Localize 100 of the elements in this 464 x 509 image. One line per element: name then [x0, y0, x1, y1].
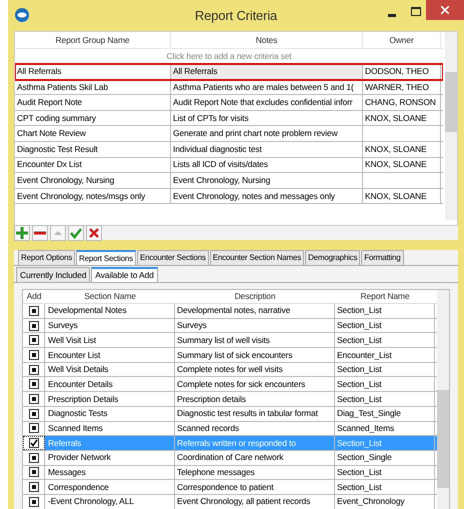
table-cell: Audit Report Note [15, 95, 171, 110]
vertical-scrollbar[interactable] [437, 290, 449, 509]
table-cell: Diagnostic test results in tabular format [175, 406, 335, 420]
table-cell: -Event Chronology, ALL [45, 494, 175, 509]
app-logo-icon [15, 8, 29, 22]
checkbox-icon[interactable] [28, 408, 38, 419]
criteria-row[interactable]: Event Chronology, notes/msgs only Event Chronology, notes and messages only KNOX, SLOANE [15, 188, 443, 204]
section-row[interactable]: Encounter Details Complete notes for sick encounters Section_List [23, 377, 438, 392]
table-cell: Telephone messages [175, 466, 335, 480]
table-cell: Event Chronology, all patient records [175, 494, 335, 509]
plus-icon[interactable] [15, 226, 29, 240]
checkmark-icon[interactable] [69, 226, 83, 240]
table-cell: Encounter Details [45, 377, 175, 392]
table-cell: Complete notes for sick encounters [175, 377, 335, 392]
section-row[interactable]: Surveys Surveys Section_List [23, 318, 438, 334]
column-header[interactable]: Description [175, 290, 335, 303]
checkbox-icon[interactable] [28, 320, 38, 331]
checkbox-icon[interactable] [28, 350, 38, 360]
table-cell: Audit Report Note that excludes confidential inforr [171, 95, 363, 110]
column-header[interactable]: Notes [171, 32, 363, 48]
table-cell: Provider Network [45, 450, 175, 465]
criteria-row[interactable]: Chart Note Review Generate and print chart note problem review [15, 126, 443, 142]
table-cell: Complete notes for well visits [175, 362, 335, 376]
close-icon[interactable] [87, 226, 101, 240]
checkbox-icon[interactable] [28, 306, 38, 316]
checkbox-icon[interactable] [28, 379, 38, 390]
checkbox-icon[interactable] [28, 467, 38, 478]
table-cell: Asthma Patients Skil Lab [15, 80, 171, 94]
table-cell: Developmental Notes [45, 304, 175, 318]
checkbox-icon[interactable] [28, 364, 38, 375]
table-cell: Scanned records [175, 422, 335, 436]
checkbox-icon[interactable] [28, 452, 38, 463]
column-header[interactable]: Section Name [45, 290, 175, 303]
section-row[interactable]: Prescription Details Prescription details Section_List [23, 392, 438, 407]
table-cell: Prescription details [175, 392, 335, 406]
checkbox-icon[interactable] [28, 496, 38, 507]
table-cell: Well Visit Details [45, 362, 175, 376]
section-row[interactable]: Well Visit List Summary list of well visits Section_List [23, 333, 438, 348]
checkbox-icon[interactable] [28, 394, 38, 404]
table-cell: Section_List [335, 377, 435, 392]
table-cell: Section_List [335, 318, 435, 332]
table-cell: Section_List [335, 466, 435, 480]
tab[interactable]: Demographics [305, 250, 360, 265]
table-cell: Section_List [335, 304, 435, 318]
table-cell: Surveys [175, 318, 335, 332]
checkbox-icon[interactable] [28, 482, 38, 492]
table-cell: Encounter_List [335, 348, 435, 362]
section-row[interactable]: -Event Chronology, ALL Event Chronology, all patient records Event_Chronology [23, 494, 438, 509]
close-button[interactable] [426, 0, 464, 20]
table-cell: CPT coding summary [15, 110, 171, 126]
checkbox-icon[interactable] [28, 423, 38, 434]
table-cell: Section_Single [335, 450, 435, 465]
maximize-icon[interactable] [411, 7, 421, 16]
table-cell: Event_Chronology [335, 494, 435, 509]
tab[interactable]: Currently Included [16, 267, 90, 282]
column-header[interactable]: Add [23, 290, 45, 303]
criteria-row[interactable]: Audit Report Note Audit Report Note that excludes confidential inforr CHANG, RONSON [15, 95, 443, 111]
section-row[interactable]: Messages Telephone messages Section_List [23, 466, 438, 480]
tab[interactable]: Available to Add [91, 267, 158, 282]
table-cell: Messages [45, 466, 175, 480]
vertical-scrollbar[interactable] [445, 32, 457, 220]
add-criteria-row[interactable]: Click here to add a new criteria set [15, 49, 443, 64]
table-cell: Summary list of well visits [175, 333, 335, 348]
criteria-row[interactable]: Encounter Dx List Lists all ICD of visits/dates KNOX, SLOANE [15, 158, 443, 174]
tab[interactable]: Report Sections [76, 250, 136, 265]
table-cell: Scanned_Items [335, 422, 435, 436]
table-cell: Event Chronology, Nursing [171, 173, 363, 188]
section-row[interactable]: Diagnostic Tests Diagnostic test results in tabular format Diag_Test_Single [23, 406, 438, 422]
column-header[interactable]: Report Group Name [15, 32, 171, 48]
section-row[interactable]: Correspondence Correspondence to patient Section_List [23, 480, 438, 495]
criteria-row[interactable]: Asthma Patients Skil Lab Asthma Patients who are males between 5 and 1( WARNER, THEO [15, 80, 443, 96]
scrollbar-thumb[interactable] [445, 72, 457, 132]
section-row[interactable]: Encounter List Summary list of sick encounters Encounter_List [23, 348, 438, 363]
tab[interactable]: Formatting [361, 250, 404, 265]
checkbox-icon[interactable] [28, 335, 38, 346]
tab[interactable]: Encounter Sections [136, 250, 209, 265]
table-cell: Section_List [335, 480, 435, 494]
criteria-row[interactable]: All Referrals All Referrals DODSON, THEO [15, 64, 443, 80]
section-row[interactable]: Provider Network Coordination of Care network Section_Single [23, 450, 438, 466]
close-icon [441, 6, 449, 14]
column-header[interactable]: Report Name [335, 290, 435, 303]
table-cell: KNOX, SLOANE [363, 188, 441, 204]
criteria-row[interactable]: CPT coding summary List of CPTs for visits KNOX, SLOANE [15, 110, 443, 126]
criteria-row[interactable]: Event Chronology, Nursing Event Chronology, Nursing [15, 173, 443, 189]
section-row[interactable]: Developmental Notes Developmental notes, narrative Section_List [23, 304, 438, 319]
section-row[interactable]: Well Visit Details Complete notes for well visits Section_List [23, 362, 438, 378]
table-cell: Summary list of sick encounters [175, 348, 335, 362]
tab[interactable]: Encounter Section Names [210, 250, 304, 265]
tab[interactable]: Report Options [18, 250, 76, 265]
column-header[interactable]: Owner [363, 32, 441, 48]
table-cell: Scanned Items [45, 422, 175, 436]
table-cell: Well Visit List [45, 333, 175, 348]
scrollbar-thumb[interactable] [437, 390, 449, 488]
table-cell: Diag_Test_Single [335, 406, 435, 420]
criteria-row[interactable]: Diagnostic Test Result Individual diagnostic test KNOX, SLOANE [15, 142, 443, 158]
table-cell: Section_List [335, 362, 435, 376]
table-cell: Lists all ICD of visits/dates [171, 158, 363, 172]
checked-checkbox-icon[interactable] [28, 438, 38, 448]
window-title: Report Criteria [194, 6, 278, 25]
table-cell: KNOX, SLOANE [363, 110, 441, 126]
